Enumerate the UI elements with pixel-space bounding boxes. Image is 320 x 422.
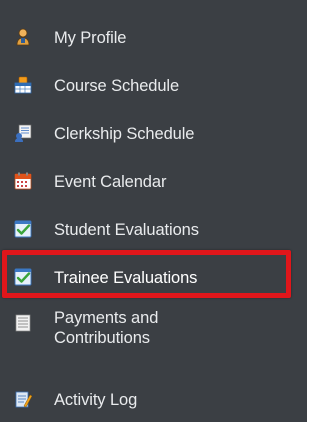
course-schedule-icon [14, 76, 32, 94]
user-icon [16, 28, 30, 46]
menu-item-activity-log[interactable]: Activity Log [0, 384, 307, 416]
clerkship-schedule-icon [15, 124, 32, 142]
menu-item-label: Student Evaluations [54, 221, 199, 239]
menu-item-my-profile[interactable]: My Profile [0, 22, 307, 54]
menu-item-label: Course Schedule [54, 77, 180, 95]
page-edge [307, 0, 315, 422]
evaluation-check-icon [14, 268, 32, 286]
menu-item-label: Event Calendar [54, 173, 167, 191]
menu-item-label: Activity Log [54, 391, 138, 409]
menu-item-event-calendar[interactable]: Event Calendar [0, 166, 307, 198]
calendar-icon [14, 172, 32, 190]
evaluation-check-icon [14, 220, 32, 238]
activity-log-icon [15, 391, 32, 408]
menu-item-label: Clerkship Schedule [54, 125, 195, 143]
menu-item-label: Trainee Evaluations [54, 269, 198, 287]
menu-item-course-schedule[interactable]: Course Schedule [0, 70, 307, 102]
menu-item-label: Payments and Contributions [54, 309, 159, 347]
menu-item-payments-and-contributions[interactable]: Payments and Contributions [0, 302, 307, 366]
menu-item-label: My Profile [54, 29, 127, 47]
menu-item-trainee-evaluations[interactable]: Trainee Evaluations [0, 261, 307, 293]
payments-icon [15, 314, 31, 332]
menu-item-clerkship-schedule[interactable]: Clerkship Schedule [0, 118, 307, 150]
menu-item-student-evaluations[interactable]: Student Evaluations [0, 214, 307, 246]
sidebar-menu: My Profile Course Schedule Clerkship Sch… [0, 0, 307, 422]
